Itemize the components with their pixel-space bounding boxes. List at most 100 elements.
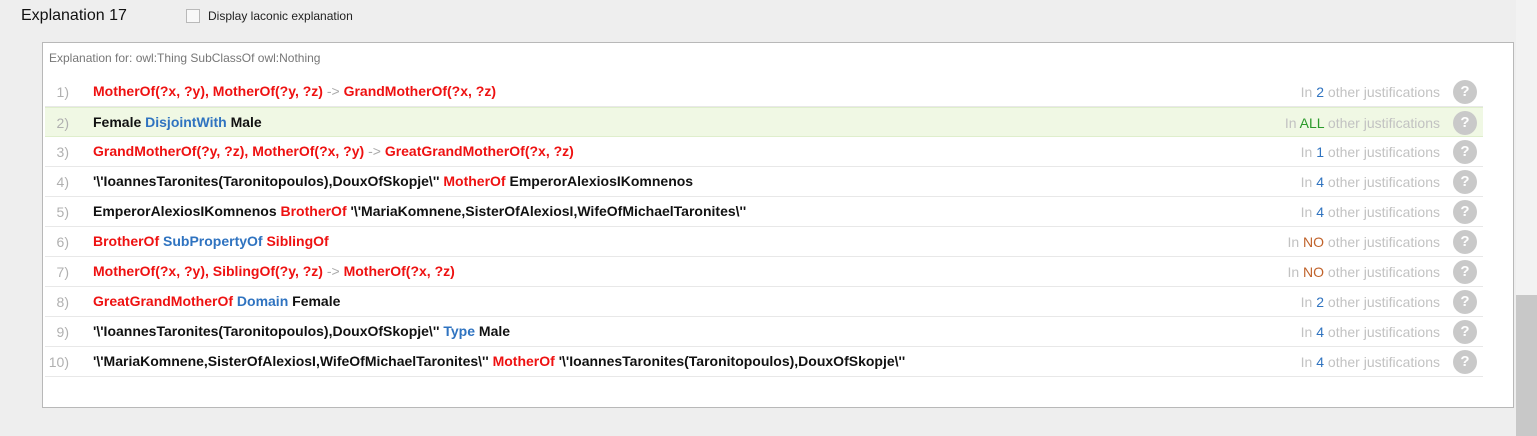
axiom-number: 1) xyxy=(56,84,69,100)
axiom-row[interactable]: 8) GreatGrandMotherOf Domain Female In 2 o… xyxy=(45,287,1483,317)
axiom-keyword: MotherOf(?x, ?y), xyxy=(93,263,213,279)
axiom-row[interactable]: 5) EmperorAlexiosIKomnenos BrotherOf '\'M… xyxy=(45,197,1483,227)
axiom-keyword: Type xyxy=(443,323,479,339)
justification-count[interactable]: In 4 other justifications xyxy=(1301,354,1440,370)
justification-suffix: other justifications xyxy=(1324,264,1440,280)
justification-number: 4 xyxy=(1316,354,1325,370)
help-circle-icon[interactable]: ? xyxy=(1453,80,1477,104)
help-circle-icon[interactable]: ? xyxy=(1453,320,1477,344)
axiom-text: Female DisjointWith Male xyxy=(93,114,262,130)
axiom-entity: '\'IoannesTaronites(Taronitopoulos),Doux… xyxy=(558,353,906,369)
justification-prefix: In xyxy=(1300,324,1317,340)
axiom-entity: Female xyxy=(292,293,341,309)
justification-count[interactable]: In 2 other justifications xyxy=(1301,294,1440,310)
justification-prefix: In xyxy=(1300,204,1317,220)
help-circle-icon[interactable]: ? xyxy=(1453,290,1477,314)
axiom-number: 4) xyxy=(56,174,69,190)
justification-suffix: other justifications xyxy=(1324,294,1440,310)
axiom-keyword: GreatGrandMotherOf xyxy=(93,293,237,309)
justification-number: NO xyxy=(1303,264,1325,280)
justification-suffix: other justifications xyxy=(1324,204,1440,220)
laconic-option[interactable]: Display laconic explanation xyxy=(186,9,353,23)
help-circle-icon[interactable]: ? xyxy=(1453,200,1477,224)
axiom-keyword: MotherOf xyxy=(492,353,559,369)
justification-count[interactable]: In 4 other justifications xyxy=(1301,204,1440,220)
justification-number: 4 xyxy=(1316,204,1325,220)
axiom-number: 10) xyxy=(48,354,69,370)
axiom-entity: Male xyxy=(230,114,262,130)
axiom-text: GreatGrandMotherOf Domain Female xyxy=(93,293,340,309)
help-circle-icon[interactable]: ? xyxy=(1453,140,1477,164)
axiom-keyword: MotherOf(?x, ?y), xyxy=(93,83,213,99)
justification-prefix: In xyxy=(1300,354,1317,370)
axiom-keyword: BrotherOf xyxy=(93,233,163,249)
justification-number: NO xyxy=(1303,234,1325,250)
axiom-entity: EmperorAlexiosIKomnenos xyxy=(93,203,281,219)
axiom-implies-arrow: -> xyxy=(326,263,344,279)
help-circle-icon[interactable]: ? xyxy=(1453,170,1477,194)
axiom-entity: Male xyxy=(478,323,511,339)
axiom-row[interactable]: 4) '\'IoannesTaronites(Taronitopoulos),Do… xyxy=(45,167,1483,197)
justification-number: 1 xyxy=(1316,144,1325,160)
justification-count[interactable]: In 1 other justifications xyxy=(1301,144,1440,160)
justification-prefix: In xyxy=(1284,115,1300,131)
axiom-row[interactable]: 1) MotherOf(?x, ?y), MotherOf(?y, ?z) -> … xyxy=(45,77,1483,107)
axiom-entity: '\'MariaKomnene,SisterOfAlexiosI,WifeOfM… xyxy=(350,203,747,219)
axiom-row[interactable]: 6) BrotherOf SubPropertyOf SiblingOf In NO… xyxy=(45,227,1483,257)
justification-suffix: other justifications xyxy=(1324,115,1440,131)
axiom-keyword: GreatGrandMotherOf(?x, ?z) xyxy=(384,143,574,159)
justification-number: 4 xyxy=(1316,174,1325,190)
axiom-list: 1) MotherOf(?x, ?y), MotherOf(?y, ?z) -> … xyxy=(45,77,1483,377)
axiom-row[interactable]: 9) '\'IoannesTaronites(Taronitopoulos),Do… xyxy=(45,317,1483,347)
justification-count[interactable]: In 4 other justifications xyxy=(1301,324,1440,340)
justification-prefix: In xyxy=(1287,234,1304,250)
explanation-panel: Explanation for: owl:Thing SubClassOf ow… xyxy=(42,42,1514,408)
laconic-label[interactable]: Display laconic explanation xyxy=(208,9,353,23)
scrollbar-thumb[interactable] xyxy=(1516,295,1537,436)
justification-prefix: In xyxy=(1287,264,1304,280)
help-circle-icon[interactable]: ? xyxy=(1453,111,1477,135)
axiom-row[interactable]: 2) Female DisjointWith Male In ALL other j… xyxy=(45,107,1483,137)
axiom-number: 6) xyxy=(56,234,69,250)
axiom-number: 2) xyxy=(56,115,69,131)
justification-count[interactable]: In NO other justifications xyxy=(1287,264,1440,280)
help-circle-icon[interactable]: ? xyxy=(1453,350,1477,374)
axiom-keyword: SiblingOf xyxy=(266,233,329,249)
axiom-number: 5) xyxy=(56,204,69,220)
justification-count[interactable]: In 4 other justifications xyxy=(1301,174,1440,190)
justification-suffix: other justifications xyxy=(1324,354,1440,370)
help-circle-icon[interactable]: ? xyxy=(1453,230,1477,254)
justification-prefix: In xyxy=(1300,144,1317,160)
axiom-keyword: MotherOf(?y, ?z) xyxy=(212,83,327,99)
justification-prefix: In xyxy=(1300,294,1317,310)
justification-count[interactable]: In ALL other justifications xyxy=(1285,115,1440,131)
justification-suffix: other justifications xyxy=(1324,324,1440,340)
explanation-subheader: Explanation for: owl:Thing SubClassOf ow… xyxy=(49,51,321,65)
justification-number: 2 xyxy=(1316,84,1325,100)
help-circle-icon[interactable]: ? xyxy=(1453,260,1477,284)
axiom-number: 7) xyxy=(56,264,69,280)
axiom-text: '\'MariaKomnene,SisterOfAlexiosI,WifeOfM… xyxy=(93,353,905,369)
justification-prefix: In xyxy=(1300,84,1317,100)
explanation-header: Explanation 17 Display laconic explanati… xyxy=(0,0,1537,34)
axiom-implies-arrow: -> xyxy=(368,143,385,159)
laconic-checkbox[interactable] xyxy=(186,9,200,23)
explanation-title: Explanation 17 xyxy=(21,7,127,24)
justification-prefix: In xyxy=(1300,174,1317,190)
axiom-text: GrandMotherOf(?y, ?z), MotherOf(?x, ?y) … xyxy=(93,143,574,159)
justification-count[interactable]: In 2 other justifications xyxy=(1301,84,1440,100)
axiom-text: EmperorAlexiosIKomnenos BrotherOf '\'Mar… xyxy=(93,203,746,219)
justification-count[interactable]: In NO other justifications xyxy=(1287,234,1440,250)
justification-number: 4 xyxy=(1316,324,1325,340)
justification-number: 2 xyxy=(1316,294,1325,310)
justification-suffix: other justifications xyxy=(1324,174,1440,190)
axiom-number: 9) xyxy=(56,324,69,340)
axiom-text: BrotherOf SubPropertyOf SiblingOf xyxy=(93,233,329,249)
axiom-row[interactable]: 7) MotherOf(?x, ?y), SiblingOf(?y, ?z) ->… xyxy=(45,257,1483,287)
axiom-entity: Female xyxy=(93,114,146,130)
axiom-implies-arrow: -> xyxy=(326,83,344,99)
axiom-row[interactable]: 10) '\'MariaKomnene,SisterOfAlexiosI,Wife… xyxy=(45,347,1483,377)
axiom-row[interactable]: 3) GrandMotherOf(?y, ?z), MotherOf(?x, ?y… xyxy=(45,137,1483,167)
axiom-keyword: GrandMotherOf(?y, ?z), xyxy=(93,143,253,159)
axiom-keyword: SubPropertyOf xyxy=(163,233,267,249)
